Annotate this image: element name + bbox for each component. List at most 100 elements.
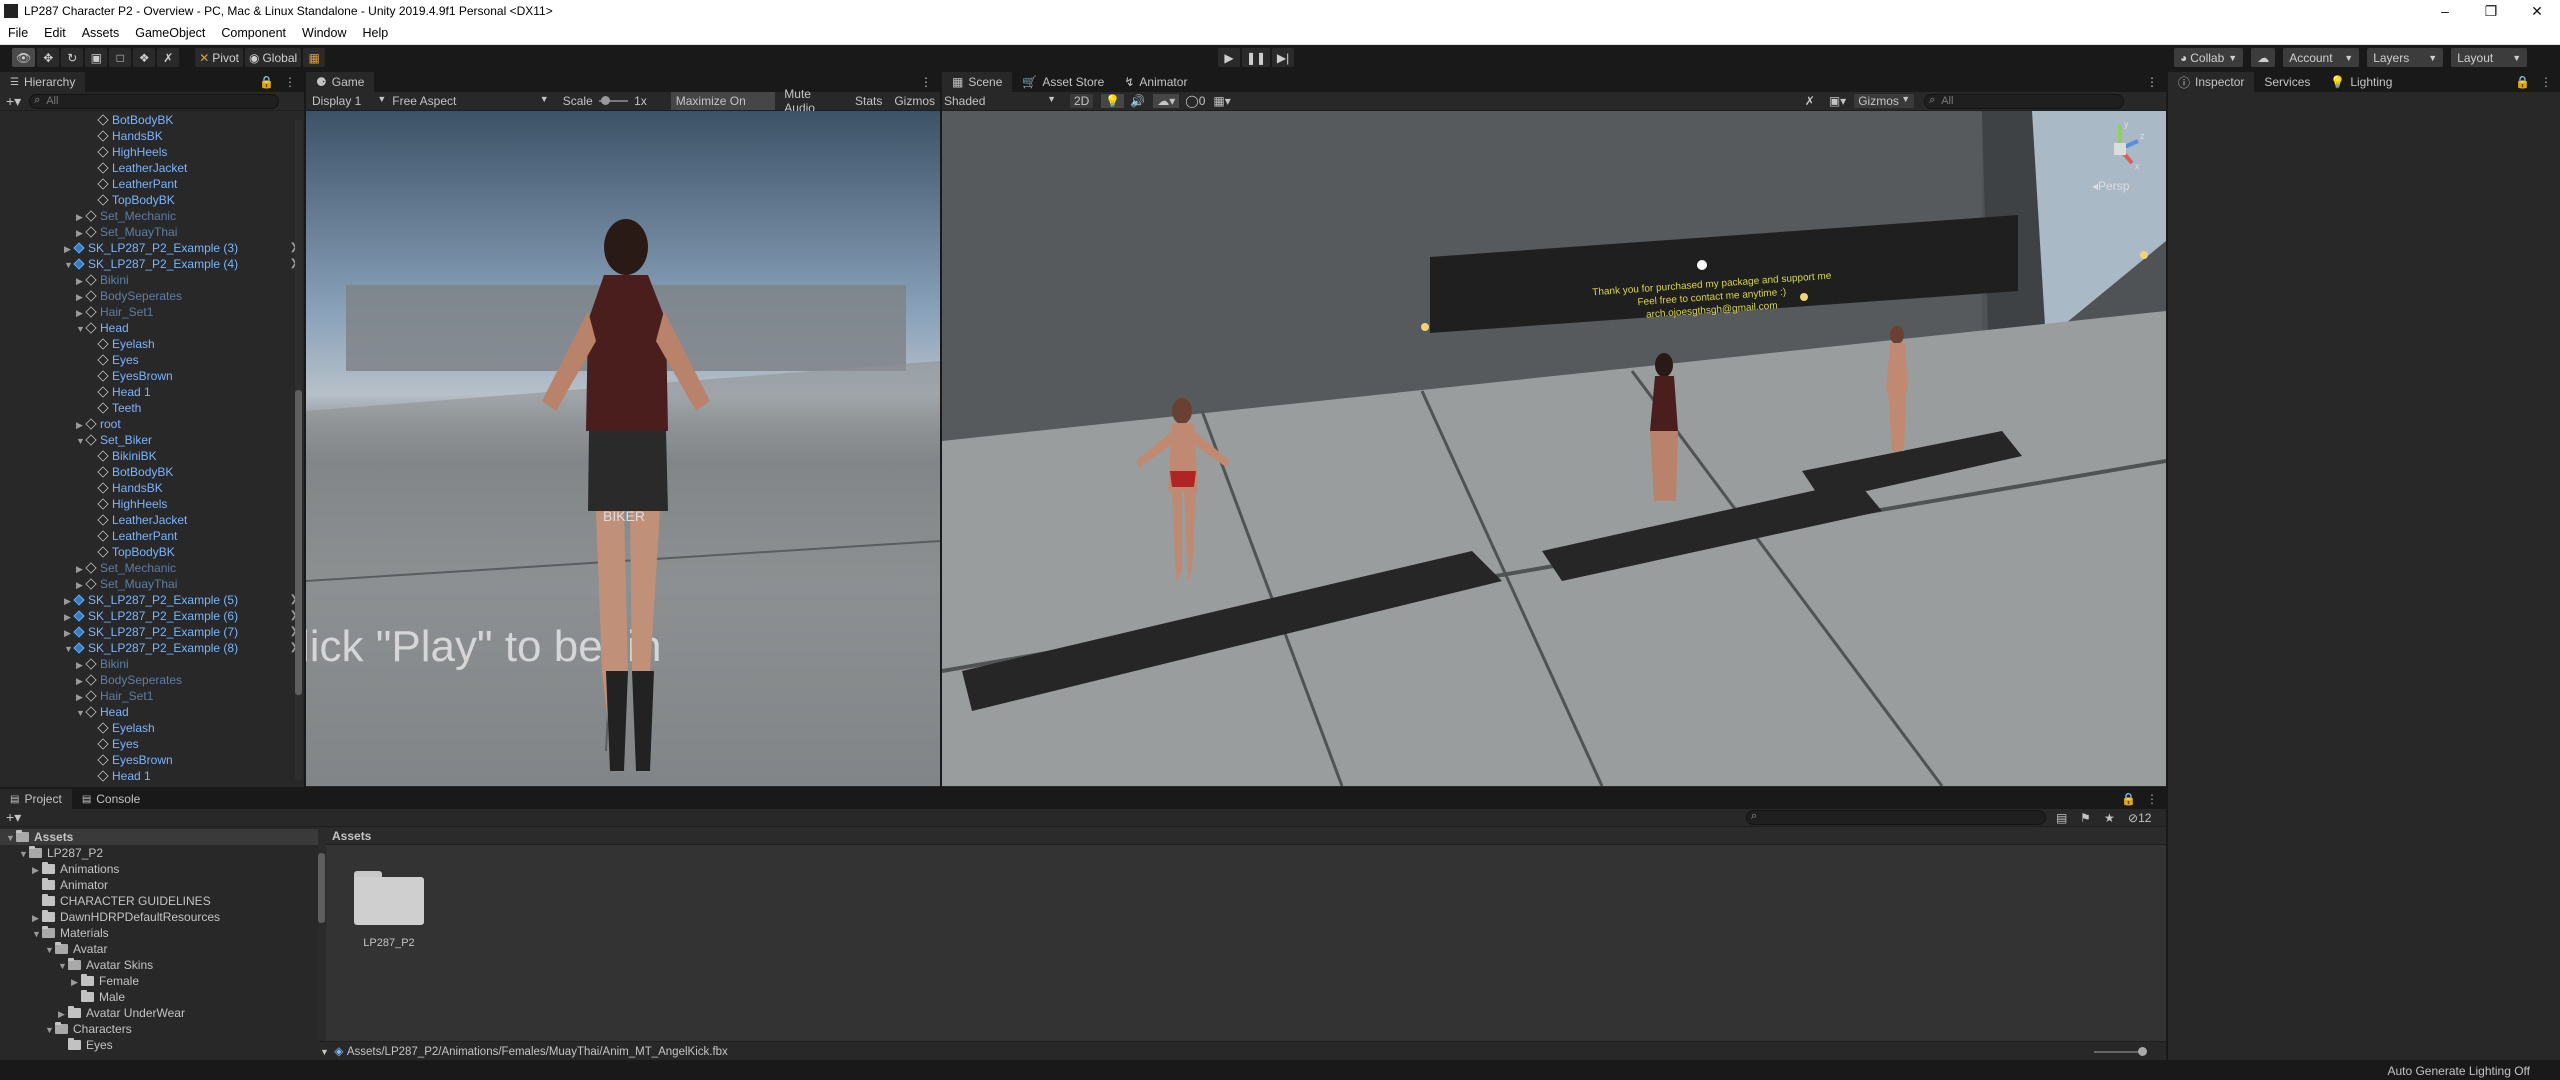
hierarchy-search-input[interactable]: All: [29, 93, 280, 109]
hierarchy-row[interactable]: ▶ SK_LP287_P2_Example (6) ❯: [0, 608, 304, 624]
fold-closed-icon[interactable]: ▶: [32, 910, 42, 926]
project-tree-item[interactable]: Male: [0, 989, 318, 1005]
tab-project[interactable]: ▤ Project: [0, 789, 72, 809]
hierarchy-row[interactable]: ▼ Head: [0, 320, 304, 336]
menu-component[interactable]: Component: [213, 26, 294, 40]
hierarchy-row[interactable]: BotBodyBK: [0, 464, 304, 480]
menu-gameobject[interactable]: GameObject: [127, 26, 213, 40]
hierarchy-row[interactable]: Head 1: [0, 768, 304, 784]
fold-open-icon[interactable]: ▼: [45, 1022, 55, 1038]
icon-size-slider[interactable]: [2094, 1047, 2147, 1056]
fold-closed-icon[interactable]: ▶: [76, 689, 86, 705]
cloud-button[interactable]: ☁: [2251, 48, 2276, 67]
scale-slider-knob[interactable]: [600, 96, 610, 105]
tab-inspector[interactable]: ⓘ Inspector: [2168, 72, 2255, 92]
hierarchy-row[interactable]: ▶ root: [0, 416, 304, 432]
lock-icon[interactable]: 🔒: [2121, 792, 2136, 806]
hidden-objects-icon[interactable]: ◯0: [1185, 94, 1205, 108]
project-tree-item[interactable]: ▼ Avatar Skins: [0, 957, 318, 973]
tab-scene[interactable]: ▦ Scene: [942, 72, 1013, 92]
fold-open-icon[interactable]: ▼: [6, 830, 16, 846]
scene-search-input[interactable]: All: [1924, 93, 2125, 109]
gizmos-toggle[interactable]: Gizmos: [889, 94, 940, 108]
fold-open-icon[interactable]: ▼: [76, 705, 86, 721]
tab-services[interactable]: Services: [2254, 72, 2320, 92]
hierarchy-row[interactable]: LeatherJacket: [0, 512, 304, 528]
fold-closed-icon[interactable]: ▶: [64, 609, 74, 625]
more-options-icon[interactable]: ⋮: [2540, 75, 2552, 89]
project-tree-item[interactable]: ▶ Female: [0, 973, 318, 989]
step-button[interactable]: ▶|: [1272, 48, 1295, 67]
fold-closed-icon[interactable]: ▶: [76, 561, 86, 577]
hierarchy-row[interactable]: ▶ Hair_Set1: [0, 688, 304, 704]
display-dropdown[interactable]: Display 1 ▼: [312, 94, 386, 108]
tab-console[interactable]: ▤ Console: [72, 789, 150, 809]
hierarchy-row[interactable]: BikiniBK: [0, 448, 304, 464]
hierarchy-row[interactable]: HighHeels: [0, 496, 304, 512]
project-tree-item[interactable]: ▶ Avatar UnderWear: [0, 1005, 318, 1021]
scrollbar-thumb[interactable]: [318, 853, 325, 923]
menu-file[interactable]: File: [0, 26, 36, 40]
project-tree-scrollbar[interactable]: [318, 829, 326, 1060]
hierarchy-row[interactable]: EyesBrown: [0, 368, 304, 384]
lighting-toggle-icon[interactable]: 💡: [1101, 94, 1125, 108]
hierarchy-row[interactable]: ▼ SK_LP287_P2_Example (8) ❯: [0, 640, 304, 656]
account-dropdown[interactable]: Account ▼: [2283, 48, 2360, 67]
hierarchy-row[interactable]: LeatherJacket: [0, 160, 304, 176]
tab-lighting[interactable]: 💡 Lighting: [2320, 72, 2402, 92]
fold-closed-icon[interactable]: ▶: [64, 241, 74, 257]
fold-closed-icon[interactable]: ▶: [32, 862, 42, 878]
hierarchy-row[interactable]: ▶ Set_MuayThai: [0, 224, 304, 240]
fold-open-icon[interactable]: ▼: [76, 433, 86, 449]
hierarchy-scrollbar[interactable]: [295, 120, 302, 780]
fold-closed-icon[interactable]: ▶: [76, 209, 86, 225]
scale-slider[interactable]: [598, 96, 629, 105]
project-tree-item[interactable]: Eyes: [0, 1037, 318, 1053]
more-options-icon[interactable]: ⋮: [2146, 72, 2158, 92]
hierarchy-row[interactable]: HandsBK: [0, 128, 304, 144]
fold-closed-icon[interactable]: ▶: [76, 657, 86, 673]
hierarchy-row[interactable]: Eyes: [0, 736, 304, 752]
hierarchy-row[interactable]: ▶ Set_Mechanic: [0, 208, 304, 224]
hierarchy-row[interactable]: ▶ SK_LP287_P2_Example (3) ❯: [0, 240, 304, 256]
scroll-up-icon[interactable]: ▼: [320, 1047, 329, 1057]
rotate-tool-icon[interactable]: ↻: [61, 48, 84, 67]
project-tree-item[interactable]: ▼ LP287_P2: [0, 845, 318, 861]
fold-open-icon[interactable]: ▼: [19, 846, 29, 862]
aspect-dropdown[interactable]: Free Aspect ▼: [392, 94, 548, 108]
persp-label[interactable]: ◂Persp: [2092, 179, 2129, 193]
project-tree-item[interactable]: ▼ Materials: [0, 925, 318, 941]
hierarchy-row[interactable]: ▶ SK_LP287_P2_Example (5) ❯: [0, 592, 304, 608]
fold-closed-icon[interactable]: ▶: [64, 593, 74, 609]
search-by-label-icon[interactable]: ⚑: [2080, 811, 2091, 825]
hierarchy-row[interactable]: ▶ Hair_Set1: [0, 304, 304, 320]
scene-viewport[interactable]: Thank you for purchased my package and s…: [942, 111, 2166, 786]
project-tree-item[interactable]: ▼ Assets: [0, 829, 318, 845]
game-viewport[interactable]: lick "Play" to begin BIKER: [306, 111, 940, 786]
hierarchy-row[interactable]: ▶ Set_MuayThai: [0, 576, 304, 592]
fold-closed-icon[interactable]: ▶: [71, 974, 81, 990]
menu-edit[interactable]: Edit: [36, 26, 74, 40]
menu-assets[interactable]: Assets: [74, 26, 128, 40]
menu-window[interactable]: Window: [294, 26, 354, 40]
hierarchy-row[interactable]: ▶ Bikini: [0, 272, 304, 288]
audio-toggle-icon[interactable]: 🔊: [1130, 94, 1145, 108]
hierarchy-row[interactable]: EyesBrown: [0, 752, 304, 768]
grid-toggle-icon[interactable]: ▦▾: [1213, 94, 1230, 108]
asset-folder-item[interactable]: LP287_P2: [354, 867, 424, 949]
hierarchy-row[interactable]: ▼ Head: [0, 704, 304, 720]
grid-snap-icon[interactable]: ▦: [303, 48, 326, 67]
restore-icon[interactable]: ❐: [2468, 3, 2514, 20]
project-tree-item[interactable]: ▶ Animations: [0, 861, 318, 877]
tab-animator[interactable]: ↯ Animator: [1114, 72, 1197, 92]
more-options-icon[interactable]: ⋮: [284, 75, 296, 89]
search-by-type-icon[interactable]: ▤: [2056, 811, 2067, 825]
camera-icon[interactable]: ▣▾: [1829, 94, 1846, 108]
scale-tool-icon[interactable]: ▣: [85, 48, 108, 67]
rect-tool-icon[interactable]: □: [109, 48, 132, 67]
fold-closed-icon[interactable]: ▶: [76, 273, 86, 289]
minimize-icon[interactable]: –: [2422, 3, 2468, 20]
fold-closed-icon[interactable]: ▶: [76, 577, 86, 593]
stats-toggle[interactable]: Stats: [850, 94, 887, 108]
hierarchy-row[interactable]: ▶ BodySeperates: [0, 288, 304, 304]
